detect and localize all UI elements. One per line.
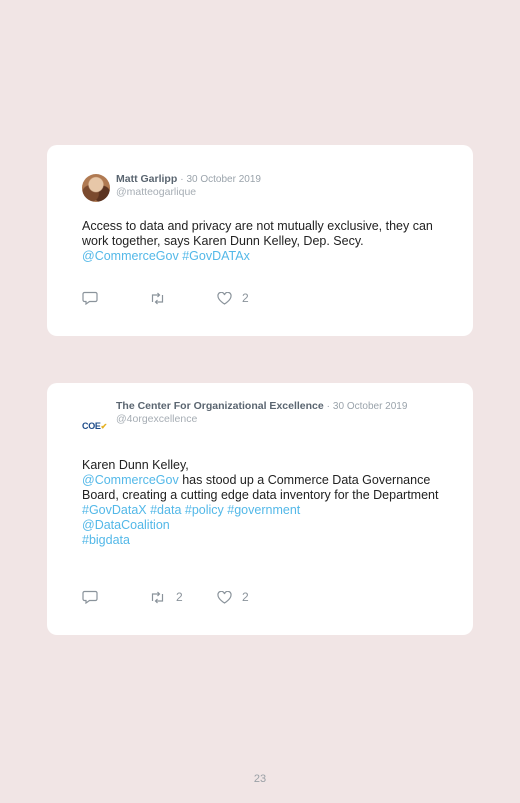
hashtag-link[interactable]: #GovDATAx xyxy=(182,249,250,263)
reply-icon xyxy=(82,590,98,604)
hashtag-link[interactable]: #GovDataX xyxy=(82,503,147,517)
logo-text: COE xyxy=(82,421,101,431)
tweet-header: Matt Garlipp · 30 October 2019 @matteoga… xyxy=(82,173,443,202)
like-count: 2 xyxy=(242,590,249,604)
author-handle[interactable]: @matteogarlique xyxy=(116,186,261,198)
heart-icon xyxy=(217,291,232,305)
hashtag-link[interactable]: #policy xyxy=(185,503,224,517)
separator: · xyxy=(180,174,184,185)
tweet-body: Access to data and privacy are not mutua… xyxy=(82,219,433,248)
hashtag-link[interactable]: #bigdata xyxy=(82,533,130,547)
tweet-date[interactable]: 30 October 2019 xyxy=(186,174,261,185)
like-count: 2 xyxy=(242,291,249,305)
author-name[interactable]: Matt Garlipp xyxy=(116,173,177,185)
tweet-card: COE ✔ The Center For Organizational Excel… xyxy=(47,383,473,635)
retweet-button[interactable] xyxy=(149,292,217,305)
mention-link[interactable]: @CommerceGov xyxy=(82,249,179,263)
avatar[interactable]: COE ✔ xyxy=(82,412,110,440)
reply-button[interactable] xyxy=(82,291,149,305)
tweet-card: Matt Garlipp · 30 October 2019 @matteoga… xyxy=(47,145,473,336)
tweet-text: Access to data and privacy are not mutua… xyxy=(82,219,443,264)
reply-icon xyxy=(82,291,98,305)
tweet-line-1: Karen Dunn Kelley, xyxy=(82,458,189,472)
tweet-actions: 2 xyxy=(82,291,249,305)
retweet-icon xyxy=(151,591,164,603)
hashtag-link[interactable]: #data xyxy=(150,503,181,517)
heart-icon xyxy=(217,590,232,604)
tweet-text: Karen Dunn Kelley, @CommerceGov has stoo… xyxy=(82,458,443,548)
hashtag-link[interactable]: #government xyxy=(227,503,300,517)
retweet-button[interactable]: 2 xyxy=(149,590,217,604)
mention-link[interactable]: @DataCoalition xyxy=(82,518,170,532)
author-name[interactable]: The Center For Organizational Excellence xyxy=(116,400,324,412)
like-button[interactable]: 2 xyxy=(217,291,249,305)
mention-link[interactable]: @CommerceGov xyxy=(82,473,179,487)
tweet-header: COE ✔ The Center For Organizational Excel… xyxy=(82,400,443,440)
retweet-count: 2 xyxy=(176,590,183,604)
tweet-date[interactable]: 30 October 2019 xyxy=(333,401,408,412)
separator: · xyxy=(326,401,330,412)
retweet-icon xyxy=(151,292,164,304)
avatar[interactable] xyxy=(82,174,110,202)
author-handle[interactable]: @4orgexcellence xyxy=(116,413,407,425)
page-number: 23 xyxy=(253,773,267,785)
reply-button[interactable] xyxy=(82,590,149,604)
leaf-icon: ✔ xyxy=(100,421,108,431)
tweet-actions: 2 2 xyxy=(82,590,249,604)
like-button[interactable]: 2 xyxy=(217,590,249,604)
